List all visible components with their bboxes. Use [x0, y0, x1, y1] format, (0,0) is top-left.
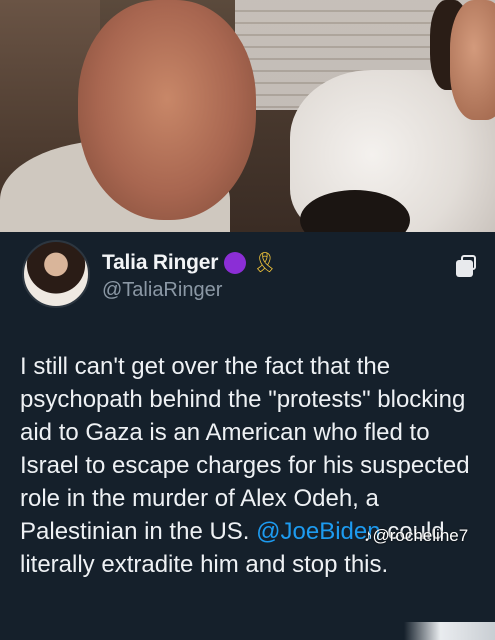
copy-icon-front: [456, 260, 473, 277]
photo-man-face: [78, 0, 256, 220]
corner-artifact: [404, 622, 495, 640]
display-name[interactable]: Talia Ringer: [102, 251, 218, 275]
mention-link[interactable]: @JoeBiden: [256, 518, 380, 545]
yellow-ribbon-icon: 🎗: [252, 252, 278, 274]
user-handle[interactable]: @TaliaRinger: [102, 279, 222, 302]
tweet-body: I still can't get over the fact that the…: [20, 350, 490, 581]
verified-badge-icon: [224, 252, 247, 274]
header-photo: [0, 0, 495, 232]
copy-icon[interactable]: [456, 255, 478, 277]
author-row: Talia Ringer 🎗: [102, 249, 278, 277]
photo-girl-face: [450, 0, 495, 120]
watermark-label: ♪@rocheline7: [364, 526, 469, 545]
tweet-text-part1: I still can't get over the fact that the…: [20, 353, 470, 545]
avatar[interactable]: [22, 240, 90, 308]
